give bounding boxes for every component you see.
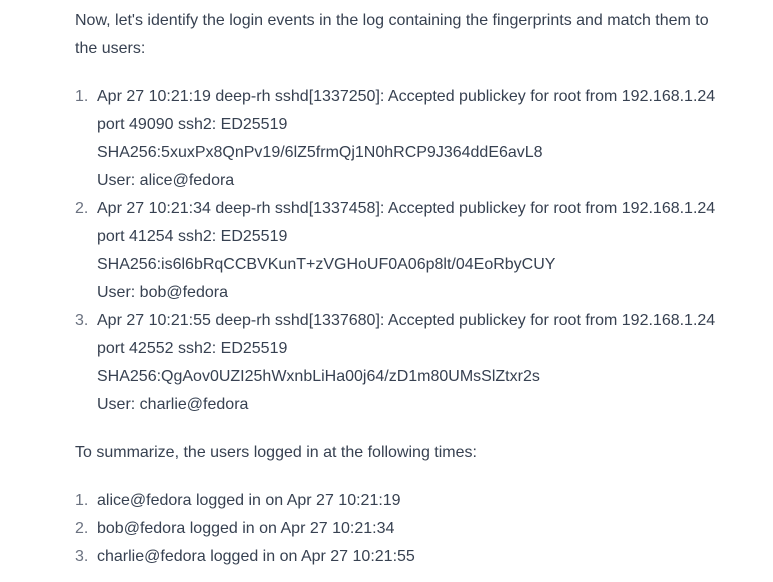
fingerprint-line: SHA256:5xuxPx8QnPv19/6lZ5frmQj1N0hRCP9J3… <box>97 144 543 161</box>
log-port-line: port 42552 ssh2: ED25519 <box>97 340 288 357</box>
chat-message-body: Now, let's identify the login events in … <box>75 7 735 571</box>
login-events-list: 1. Apr 27 10:21:19 deep-rh sshd[1337250]… <box>75 83 735 419</box>
fingerprint-line: SHA256:is6l6bRqCCBVKunT+zVGHoUF0A06p8lt/… <box>97 256 556 273</box>
list-number: 1. <box>75 492 89 509</box>
intro-paragraph: Now, let's identify the login events in … <box>75 12 709 57</box>
fingerprint-line: SHA256:QgAov0UZI25hWxnbLiHa00j64/zD1m80U… <box>97 368 540 385</box>
list-number: 2. <box>75 520 89 537</box>
log-port-line: port 41254 ssh2: ED25519 <box>97 228 288 245</box>
log-line: Apr 27 10:21:55 deep-rh sshd[1337680]: A… <box>97 312 716 329</box>
summary-line: bob@fedora logged in on Apr 27 10:21:34 <box>97 520 395 537</box>
list-number: 3. <box>75 312 89 329</box>
list-item: 3. Apr 27 10:21:55 deep-rh sshd[1337680]… <box>75 307 735 419</box>
list-item: 1. alice@fedora logged in on Apr 27 10:2… <box>75 487 735 515</box>
summary-paragraph: To summarize, the users logged in at the… <box>75 444 477 461</box>
list-number: 1. <box>75 88 89 105</box>
summary-list: 1. alice@fedora logged in on Apr 27 10:2… <box>75 487 735 571</box>
list-item: 1. Apr 27 10:21:19 deep-rh sshd[1337250]… <box>75 83 735 195</box>
user-line: User: charlie@fedora <box>97 396 249 413</box>
summary-line: charlie@fedora logged in on Apr 27 10:21… <box>97 548 415 565</box>
list-number: 2. <box>75 200 89 217</box>
user-line: User: alice@fedora <box>97 172 235 189</box>
list-item: 3. charlie@fedora logged in on Apr 27 10… <box>75 543 735 571</box>
log-line: Apr 27 10:21:19 deep-rh sshd[1337250]: A… <box>97 88 716 105</box>
user-line: User: bob@fedora <box>97 284 228 301</box>
list-item: 2. Apr 27 10:21:34 deep-rh sshd[1337458]… <box>75 195 735 307</box>
log-line: Apr 27 10:21:34 deep-rh sshd[1337458]: A… <box>97 200 716 217</box>
summary-line: alice@fedora logged in on Apr 27 10:21:1… <box>97 492 401 509</box>
log-port-line: port 49090 ssh2: ED25519 <box>97 116 288 133</box>
list-item: 2. bob@fedora logged in on Apr 27 10:21:… <box>75 515 735 543</box>
list-number: 3. <box>75 548 89 565</box>
